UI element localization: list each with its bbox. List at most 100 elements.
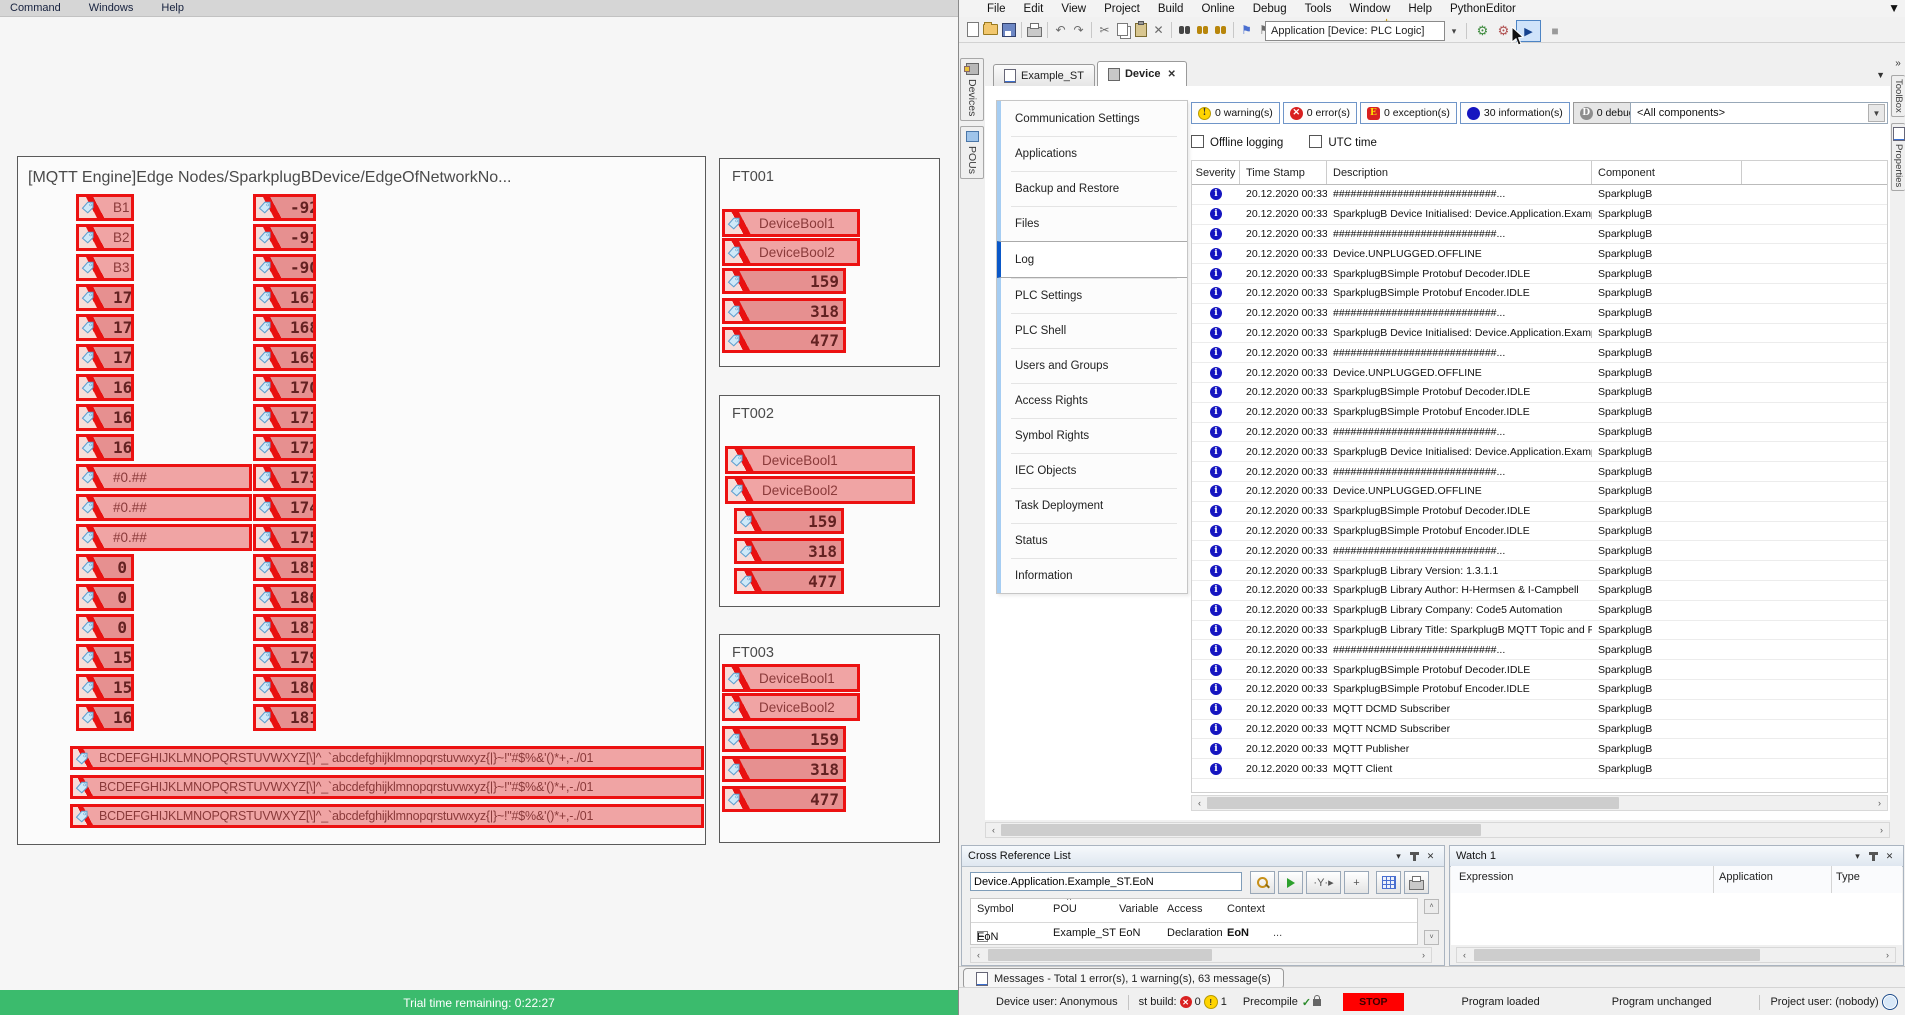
utc-time-checkbox[interactable]: UTC time [1309,135,1377,149]
scroll-left-icon[interactable]: ‹ [1457,948,1472,962]
log-row[interactable]: i20.12.2020 00:33:04####################… [1192,462,1887,482]
tag-display[interactable]: 169 [253,344,316,371]
tag-display[interactable]: 163 [76,434,134,461]
log-row[interactable]: i20.12.2020 00:33:04MQTT ClientSparkplug… [1192,759,1887,779]
nav-item-task-deployment[interactable]: Task Deployment [997,488,1187,523]
tag-display[interactable]: 181 [253,704,316,731]
tag-display[interactable]: 159 [722,268,846,294]
component-filter-dropdown-icon[interactable]: ▼ [1868,104,1885,122]
filter-button[interactable]: ·Y·▸ [1306,871,1341,894]
menu-debug[interactable]: Debug [1245,3,1295,15]
tag-display[interactable]: B3 [76,254,134,281]
cross-reference-row[interactable]: EoN Example_ST EoN Declaration EoN ... [971,923,1417,945]
close-tab-icon[interactable]: ✕ [1167,69,1175,80]
nav-item-status[interactable]: Status [997,523,1187,558]
scroll-left-icon[interactable]: ‹ [971,948,986,962]
tab-devices[interactable]: Devices [960,58,984,121]
tag-display[interactable]: BCDEFGHIJKLMNOPQRSTUVWXYZ[\]^_`abcdefghi… [70,804,704,828]
tag-display[interactable]: 168 [253,314,316,341]
component-filter-select[interactable]: <All components> ▼ [1630,102,1888,124]
menu-help[interactable]: Help [1400,3,1440,15]
checkbox-icon[interactable] [1191,135,1204,148]
nav-item-users-and-groups[interactable]: Users and Groups [997,348,1187,383]
col-component[interactable]: Component [1592,161,1742,184]
tag-display[interactable]: 170 [253,374,316,401]
scroll-right-icon[interactable]: › [1416,948,1431,962]
cross-reference-search-input[interactable] [970,872,1242,891]
combo-dropdown-icon[interactable]: ▾ [1449,26,1459,37]
col-application[interactable]: Application [1719,871,1773,883]
scroll-right-icon[interactable]: › [1874,823,1889,837]
panel-dropdown-icon[interactable]: ▾ [1850,851,1865,862]
log-row[interactable]: i20.12.2020 00:33:04####################… [1192,304,1887,324]
menu-pythoneditor[interactable]: PythonEditor [1442,3,1524,15]
log-row[interactable]: i20.12.2020 00:33:04SparkplugB Library C… [1192,601,1887,621]
tag-display[interactable]: 187 [253,614,316,641]
log-row[interactable]: i20.12.2020 00:33:04####################… [1192,423,1887,443]
nav-item-plc-shell[interactable]: PLC Shell [997,313,1187,348]
scroll-left-icon[interactable]: ‹ [986,823,1001,837]
nav-item-plc-settings[interactable]: PLC Settings [997,278,1187,313]
menu-window[interactable]: Window [1341,3,1398,15]
tag-display[interactable]: B1 [76,194,134,221]
chevron-right-icon[interactable]: » [1895,58,1901,69]
log-row[interactable]: i20.12.2020 00:33:04####################… [1192,343,1887,363]
log-row[interactable]: i20.12.2020 00:33:04MQTT DCMD Subscriber… [1192,700,1887,720]
tab-pous[interactable]: POUs [960,126,984,179]
log-row[interactable]: i20.12.2020 00:33:04SparkplugBSimple Pro… [1192,383,1887,403]
scroll-right-icon[interactable]: › [1872,796,1887,810]
go-button[interactable] [1278,871,1303,894]
add-button[interactable]: + [1344,871,1369,894]
col-symbol[interactable]: Symbol [977,903,1014,915]
tag-display[interactable]: 159 [76,674,134,701]
close-panel-icon[interactable]: ✕ [1423,851,1438,862]
replace-icon[interactable] [1194,21,1211,39]
log-row[interactable]: i20.12.2020 00:33:04SparkplugB Library T… [1192,621,1887,641]
pin-icon[interactable] [1413,852,1416,861]
log-row[interactable]: i20.12.2020 00:33:04SparkplugBSimple Pro… [1192,502,1887,522]
tag-display[interactable]: 477 [734,568,844,594]
tag-display[interactable]: 179 [253,644,316,671]
tag-display[interactable]: 0 [76,554,134,581]
logout-icon[interactable]: ⚙ [1495,22,1512,40]
log-row[interactable]: i20.12.2020 00:33:04####################… [1192,541,1887,561]
tag-display[interactable]: B2 [76,224,134,251]
badge-exception[interactable]: E0 exception(s) [1360,102,1457,124]
close-panel-icon[interactable]: ✕ [1882,851,1897,862]
open-file-icon[interactable] [982,21,999,39]
col-severity[interactable]: Severity [1192,161,1240,184]
menu-command[interactable]: Command [10,2,61,14]
nav-item-information[interactable]: Information [997,558,1187,593]
tab-properties[interactable]: Properties [1891,123,1905,191]
tag-display[interactable]: DeviceBool2 [725,476,915,504]
tag-display[interactable]: 176 [76,284,134,311]
log-row[interactable]: i20.12.2020 00:33:04SparkplugB Device In… [1192,324,1887,344]
tag-display[interactable]: DeviceBool2 [722,238,860,266]
delete-icon[interactable]: ✕ [1150,21,1167,39]
menu-online[interactable]: Online [1193,3,1242,15]
panel-dropdown-icon[interactable]: ▾ [1391,851,1406,862]
active-application-combo[interactable]: Application [Device: PLC Logic] [1265,21,1445,41]
nav-item-backup-and-restore[interactable]: Backup and Restore [997,171,1187,206]
col-timestamp[interactable]: Time Stamp [1240,161,1327,184]
tag-display[interactable]: 160 [76,704,134,731]
print-list-button[interactable] [1404,871,1429,894]
log-row[interactable]: i20.12.2020 00:33:04SparkplugBSimple Pro… [1192,522,1887,542]
log-row[interactable]: i20.12.2020 00:33:04MQTT NCMD Subscriber… [1192,720,1887,740]
log-row[interactable]: i20.12.2020 00:33:04SparkplugB Device In… [1192,442,1887,462]
tab-device[interactable]: Device ✕ [1097,61,1187,86]
tag-display[interactable]: 167 [253,284,316,311]
tag-display[interactable]: -91 [253,224,316,251]
badge-information[interactable]: 30 information(s) [1460,102,1570,124]
tag-display[interactable]: 0 [76,584,134,611]
col-type[interactable]: Type [1836,871,1860,883]
menu-windows[interactable]: Windows [89,2,134,14]
tag-display[interactable]: 186 [253,584,316,611]
tag-display[interactable]: 318 [722,756,846,782]
tag-display[interactable]: 162 [76,404,134,431]
save-icon[interactable] [1000,21,1017,39]
col-access[interactable]: Access [1167,903,1202,915]
tag-display[interactable]: 185 [253,554,316,581]
log-row[interactable]: i20.12.2020 00:33:04####################… [1192,640,1887,660]
log-row[interactable]: i20.12.2020 00:33:04SparkplugBSimple Pro… [1192,284,1887,304]
